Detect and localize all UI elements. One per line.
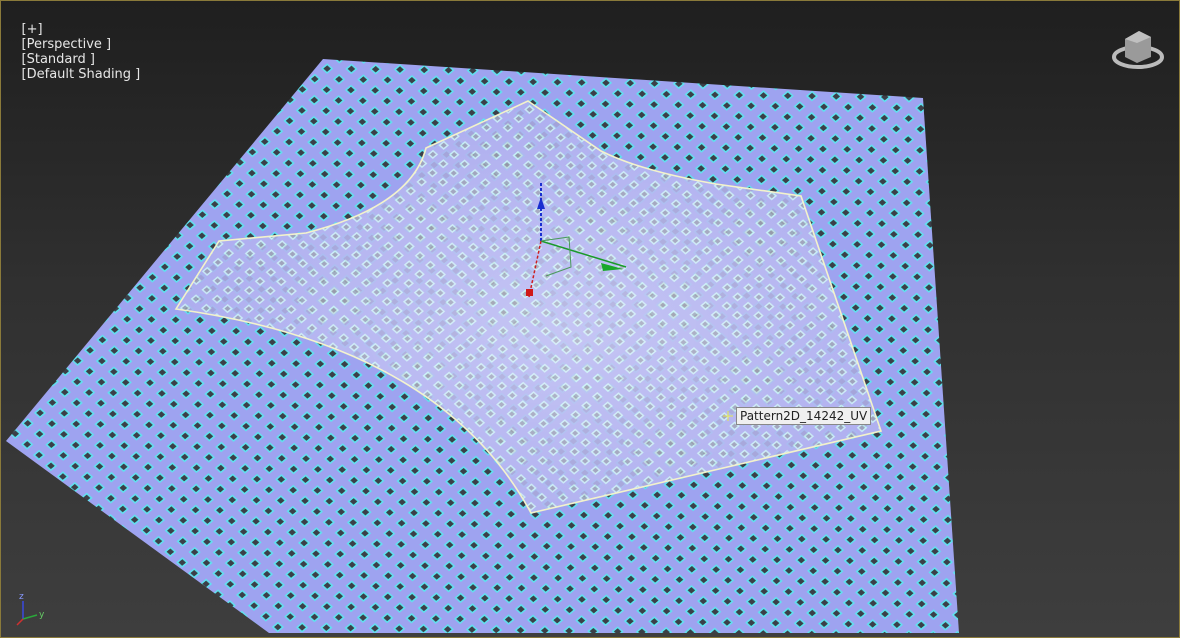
axis-z-label: z xyxy=(19,592,24,602)
viewport-plus-menu[interactable]: [+] xyxy=(22,22,43,37)
viewport-shading-menu[interactable]: [Default Shading ] xyxy=(22,67,141,82)
object-name-tooltip: Pattern2D_14242_UV xyxy=(736,407,872,425)
perspective-viewport[interactable]: [+] [Perspective ] [Standard ] [Default … xyxy=(0,0,1180,638)
viewport-label-menu: [+] [Perspective ] [Standard ] [Default … xyxy=(5,7,145,97)
viewport-pov-menu[interactable]: [Perspective ] xyxy=(22,37,112,52)
axis-tripod-icon: z y xyxy=(16,592,45,626)
viewport-standard-menu[interactable]: [Standard ] xyxy=(22,52,95,67)
viewcube[interactable] xyxy=(1112,31,1164,69)
scene-canvas: z y xyxy=(6,31,1164,633)
axis-y-label: y xyxy=(39,610,45,620)
